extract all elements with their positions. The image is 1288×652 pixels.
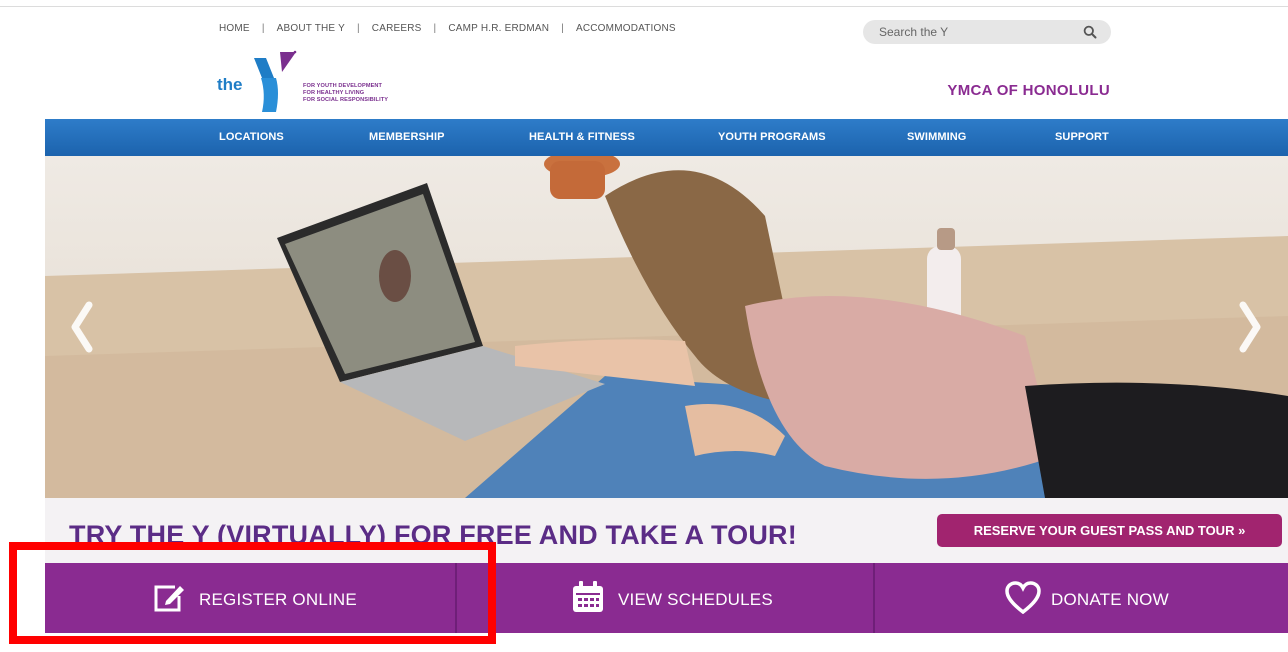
tagline-line: FOR YOUTH DEVELOPMENT [303,83,383,89]
utility-link-accommodations[interactable]: ACCOMMODATIONS [576,23,676,34]
utility-nav: HOME | ABOUT THE Y | CAREERS | CAMP H.R. ERDMA… [219,23,676,34]
hero-headline: TRY THE Y (VIRTUALLY) FOR FREE AND TAKE … [69,520,797,550]
logo-word: the [217,75,243,94]
carousel-next-icon[interactable] [1237,301,1263,353]
utility-separator: | [433,23,437,34]
nav-health-fitness[interactable]: HEALTH & FITNESS [529,131,635,143]
nav-swimming[interactable]: SWIMMING [907,131,966,143]
edit-icon [154,585,184,612]
top-divider [0,6,1288,7]
utility-link-about[interactable]: ABOUT THE Y [277,23,345,34]
donate-now-label: DONATE NOW [1051,590,1169,609]
utility-link-camp[interactable]: CAMP H.R. ERDMAN [448,23,549,34]
ymca-logo[interactable]: the FOR YOUTH DEVELOPMENT FOR HEALTHY LI… [217,48,407,112]
utility-separator: | [561,23,564,34]
tagline-line: FOR HEALTHY LIVING [303,90,365,96]
org-name: YMCA OF HONOLULU [947,82,1110,99]
nav-youth-programs[interactable]: YOUTH PROGRAMS [718,131,826,143]
nav-membership[interactable]: MEMBERSHIP [369,131,445,143]
carousel-prev-icon[interactable] [69,301,95,353]
search-input[interactable] [879,20,1074,44]
heart-icon [1005,581,1041,614]
donate-now-button[interactable]: DONATE NOW [875,563,1288,633]
ymca-y-mark [254,50,297,112]
nav-support[interactable]: SUPPORT [1055,131,1109,143]
register-online-label: REGISTER ONLINE [199,590,357,609]
tagline-line: FOR SOCIAL RESPONSIBILITY [303,97,389,103]
action-bar: REGISTER ONLINE VIEW SCHEDULES DONATE NO… [45,563,1288,633]
utility-link-home[interactable]: HOME [219,23,250,34]
search-box [863,20,1111,44]
logo-tagline: FOR YOUTH DEVELOPMENT FOR HEALTHY LIVING… [303,83,388,104]
reserve-guest-pass-button[interactable]: RESERVE YOUR GUEST PASS AND TOUR » [937,514,1282,547]
hero-caption: TRY THE Y (VIRTUALLY) FOR FREE AND TAKE … [45,498,1288,563]
utility-separator: | [261,23,265,34]
main-nav: LOCATIONS MEMBERSHIP HEALTH & FITNESS YO… [45,119,1288,156]
nav-locations[interactable]: LOCATIONS [219,131,284,143]
view-schedules-label: VIEW SCHEDULES [618,590,773,609]
calendar-icon [573,581,603,612]
hero-image [45,156,1288,498]
register-online-button[interactable]: REGISTER ONLINE [45,563,455,633]
utility-separator: | [356,23,360,34]
view-schedules-button[interactable]: VIEW SCHEDULES [457,563,873,633]
magnifier-icon[interactable] [1083,25,1097,39]
utility-link-careers[interactable]: CAREERS [372,23,422,34]
hero-carousel [45,156,1288,498]
